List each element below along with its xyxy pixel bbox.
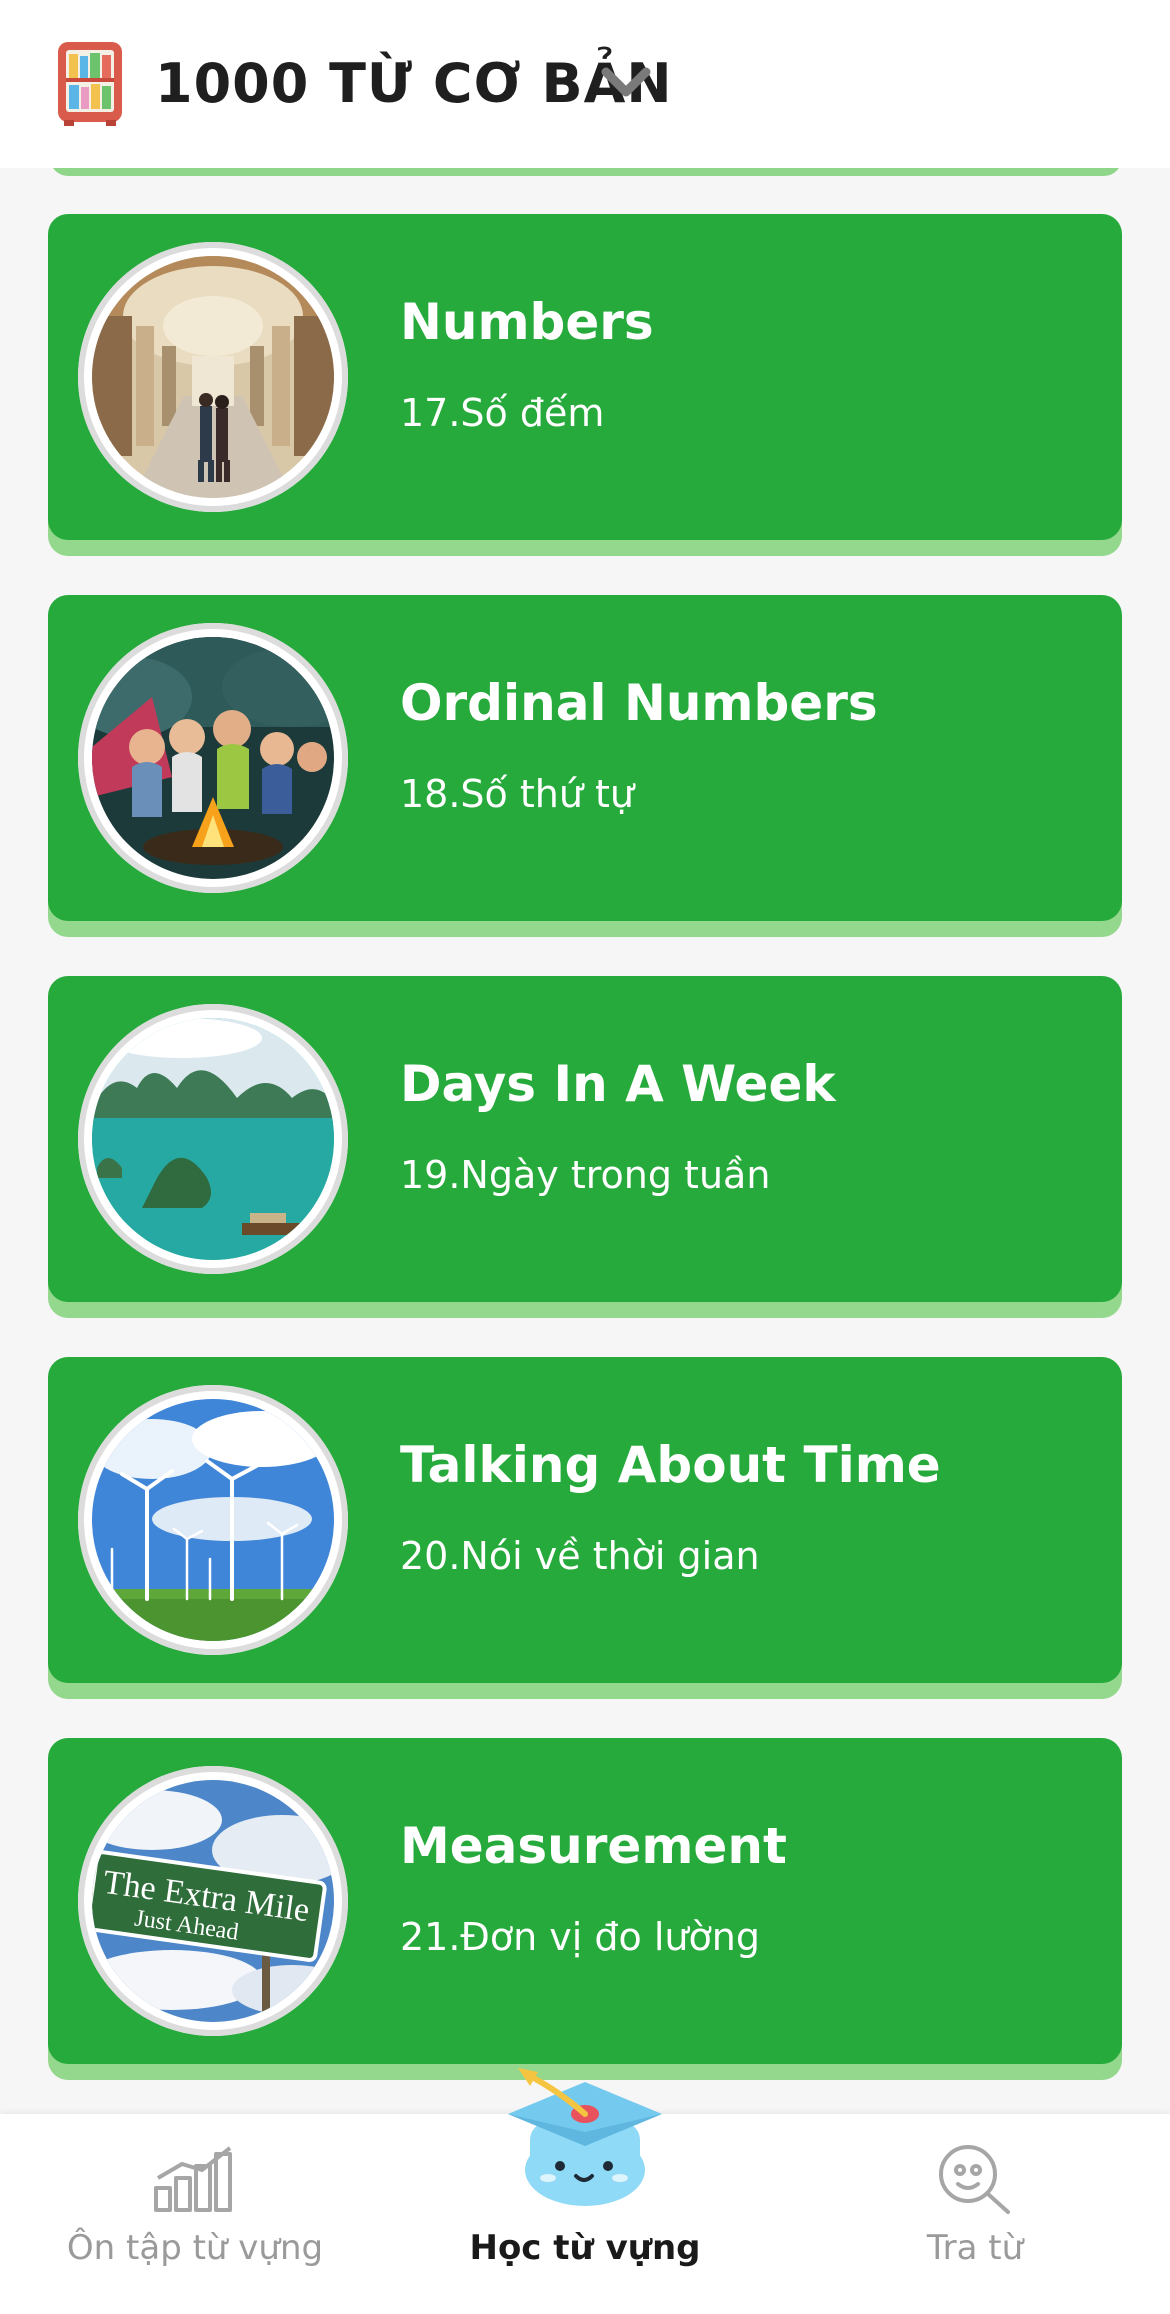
app-header: 1000 TỪ CƠ BẢN bbox=[0, 0, 1170, 168]
lesson-card[interactable]: Talking About Time 20.Nói về thời gian bbox=[48, 1357, 1122, 1699]
lesson-image bbox=[78, 1385, 348, 1655]
lesson-title: Talking About Time bbox=[400, 1436, 941, 1494]
tab-label: Ôn tập từ vựng bbox=[66, 2228, 324, 2268]
lesson-subtitle: 21.Đơn vị đo lường bbox=[400, 1915, 760, 1959]
bar-chart-icon bbox=[154, 2146, 232, 2212]
lesson-subtitle: 18.Số thứ tự bbox=[400, 772, 635, 816]
ha-long-bay-photo bbox=[92, 1018, 334, 1260]
lesson-title: Numbers bbox=[400, 293, 654, 351]
page-title[interactable]: 1000 TỪ CƠ BẢN bbox=[155, 52, 673, 116]
tab-review-vocabulary[interactable]: Ôn tập từ vựng bbox=[40, 2114, 350, 2314]
lesson-card[interactable]: Numbers 17.Số đếm bbox=[48, 214, 1122, 556]
lesson-title: Days In A Week bbox=[400, 1055, 836, 1113]
search-icon bbox=[939, 2145, 1010, 2214]
lesson-card[interactable]: Days In A Week 19.Ngày trong tuần bbox=[48, 976, 1122, 1318]
lesson-image bbox=[78, 242, 348, 512]
tab-label: Học từ vựng bbox=[469, 2228, 701, 2268]
tab-lookup[interactable]: Tra từ bbox=[820, 2114, 1130, 2314]
lesson-subtitle: 19.Ngày trong tuần bbox=[400, 1153, 771, 1197]
lesson-subtitle: 17.Số đếm bbox=[400, 391, 605, 435]
graduation-cap-mascot-icon bbox=[508, 2068, 662, 2206]
tab-learn-vocabulary[interactable]: Học từ vựng bbox=[430, 2068, 740, 2314]
tab-label: Tra từ bbox=[926, 2228, 1024, 2268]
wind-turbines-photo bbox=[92, 1399, 334, 1641]
lesson-image: The Extra Mile Just Ahead bbox=[78, 1766, 348, 2036]
lesson-card[interactable]: The Extra Mile Just Ahead Measurement 21… bbox=[48, 1738, 1122, 2080]
bookshelf-icon bbox=[58, 42, 122, 126]
lesson-image bbox=[78, 623, 348, 893]
extra-mile-sign-photo: The Extra Mile Just Ahead bbox=[92, 1780, 334, 2022]
lesson-image bbox=[78, 1004, 348, 1274]
bottom-tab-bar: Ôn tập từ vựng Học từ vựng Tra từ bbox=[0, 2068, 1170, 2314]
lesson-subtitle: 20.Nói về thời gian bbox=[400, 1534, 760, 1578]
chevron-down-icon[interactable] bbox=[600, 62, 652, 102]
museum-gallery-photo bbox=[92, 256, 334, 498]
lesson-title: Measurement bbox=[400, 1817, 787, 1875]
campfire-kids-photo bbox=[92, 637, 334, 879]
lesson-title: Ordinal Numbers bbox=[400, 674, 878, 732]
lesson-card[interactable]: Ordinal Numbers 18.Số thứ tự bbox=[48, 595, 1122, 937]
